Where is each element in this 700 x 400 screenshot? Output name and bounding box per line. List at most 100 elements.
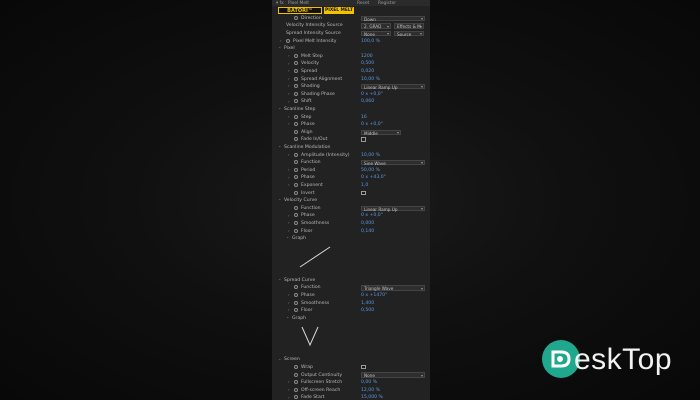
stopwatch-icon[interactable]: [294, 190, 298, 195]
parameter-dropdown[interactable]: Down: [361, 15, 425, 21]
source-layer-dropdown[interactable]: 2. GRAD: [361, 23, 391, 29]
stopwatch-icon[interactable]: [294, 387, 298, 392]
parameter-value[interactable]: 0 x +43,0°: [361, 175, 386, 180]
twirl-right-icon[interactable]: ›: [288, 76, 290, 81]
parameter-value[interactable]: 0 x +0,0°: [361, 92, 383, 97]
parameter-row[interactable]: Function Sine Wave: [272, 159, 430, 167]
twirl-right-icon[interactable]: ›: [288, 395, 290, 400]
parameter-checkbox[interactable]: [361, 137, 366, 142]
twirl-right-icon[interactable]: ›: [280, 38, 282, 43]
twirl-down-icon[interactable]: ⌄: [278, 196, 281, 201]
twirl-right-icon[interactable]: ›: [288, 91, 290, 96]
stopwatch-icon[interactable]: [294, 205, 298, 210]
stopwatch-icon[interactable]: [294, 76, 298, 81]
source-layer-dropdown[interactable]: None: [361, 30, 391, 37]
twirl-right-icon[interactable]: ›: [288, 228, 290, 233]
stopwatch-icon[interactable]: [294, 380, 298, 385]
stopwatch-icon[interactable]: [294, 182, 298, 187]
parameter-row[interactable]: Output Continuity None: [272, 372, 430, 380]
parameter-row[interactable]: › Melt Step 1200: [272, 53, 430, 61]
stopwatch-icon[interactable]: [294, 395, 298, 400]
stopwatch-icon[interactable]: [294, 91, 298, 96]
twirl-down-icon[interactable]: ⌄: [278, 44, 281, 49]
parameter-row[interactable]: › Floor 0,140: [272, 228, 430, 236]
twirl-right-icon[interactable]: ›: [288, 68, 290, 73]
parameter-value[interactable]: 0 x +1470°: [361, 293, 387, 298]
parameter-row[interactable]: › Smoothness 1,400: [272, 300, 430, 308]
twirl-down-icon[interactable]: ⌄: [278, 356, 281, 361]
parameter-value[interactable]: 0,500: [361, 308, 374, 313]
twirl-right-icon[interactable]: ›: [288, 175, 290, 180]
parameter-dropdown[interactable]: Sine Wave: [361, 159, 425, 166]
twirl-right-icon[interactable]: ›: [288, 387, 290, 392]
stopwatch-icon[interactable]: [294, 364, 298, 369]
parameter-row[interactable]: › Phase 0 x +0,0°: [272, 121, 430, 129]
stopwatch-icon[interactable]: [294, 285, 298, 290]
parameter-row[interactable]: › Shading Linear Ramp Up: [272, 83, 430, 91]
parameter-value[interactable]: 0,500: [361, 61, 374, 66]
stopwatch-icon[interactable]: [294, 84, 298, 89]
twirl-right-icon[interactable]: ›: [288, 182, 290, 187]
stopwatch-icon[interactable]: [294, 160, 298, 165]
parameter-value[interactable]: 10,00 %: [361, 77, 380, 82]
parameter-dropdown[interactable]: Linear Ramp Up: [361, 83, 425, 90]
parameter-row[interactable]: › Step 16: [272, 114, 430, 122]
parameter-value[interactable]: 12,00 %: [361, 388, 380, 393]
parameter-row[interactable]: › Fullscreen Stretch 0,00 %: [272, 379, 430, 387]
reset-link[interactable]: Reset: [357, 1, 369, 6]
stopwatch-icon[interactable]: [294, 372, 298, 377]
source-channel-dropdown[interactable]: Source: [394, 30, 424, 37]
parameter-row[interactable]: Direction Down: [272, 15, 430, 23]
parameter-value[interactable]: 100,0 %: [361, 39, 380, 44]
parameter-value[interactable]: 0,140: [361, 229, 374, 234]
twirl-down-icon[interactable]: ⌄: [278, 276, 281, 281]
twirl-right-icon[interactable]: ›: [288, 167, 290, 172]
parameter-row[interactable]: › Period 50,00 %: [272, 167, 430, 175]
stopwatch-icon[interactable]: [294, 167, 298, 172]
stopwatch-icon[interactable]: [294, 114, 298, 119]
source-channel-dropdown[interactable]: Effects & M: [394, 23, 424, 29]
parameter-value[interactable]: 1,0: [361, 183, 368, 188]
parameter-row[interactable]: Wrap: [272, 364, 430, 372]
twirl-down-icon[interactable]: ⌄: [286, 234, 289, 239]
stopwatch-icon[interactable]: [294, 220, 298, 225]
parameter-row[interactable]: › Floor 0,500: [272, 307, 430, 315]
stopwatch-icon[interactable]: [286, 38, 290, 43]
parameter-row[interactable]: › Phase 0 x +0,0°: [272, 213, 430, 221]
stopwatch-icon[interactable]: [294, 308, 298, 313]
parameter-checkbox[interactable]: [361, 364, 366, 370]
stopwatch-icon[interactable]: [294, 15, 298, 20]
twirl-right-icon[interactable]: ›: [288, 99, 290, 104]
parameter-row[interactable]: › Spread 0,020: [272, 68, 430, 76]
parameter-row[interactable]: › Smoothness 0,000: [272, 220, 430, 228]
parameter-row[interactable]: › Shading Phase 0 x +0,0°: [272, 91, 430, 99]
parameter-row[interactable]: Fade In/Out: [272, 137, 430, 145]
twirl-down-icon[interactable]: ⌄: [278, 105, 281, 110]
twirl-right-icon[interactable]: ›: [288, 53, 290, 58]
parameter-dropdown[interactable]: Triangle Wave: [361, 285, 425, 291]
parameter-value[interactable]: 0,020: [361, 69, 374, 74]
parameter-row[interactable]: › Spread Alignment 10,00 %: [272, 76, 430, 84]
parameter-row[interactable]: › Amplitude (Intensity) 10,00 %: [272, 152, 430, 160]
parameter-value[interactable]: 50,00 %: [361, 168, 380, 173]
twirl-right-icon[interactable]: ›: [288, 61, 290, 66]
twirl-right-icon[interactable]: ›: [288, 213, 290, 218]
parameter-value[interactable]: 0 x +0,0°: [361, 122, 383, 127]
twirl-right-icon[interactable]: ›: [288, 220, 290, 225]
parameter-value[interactable]: 16: [361, 115, 367, 120]
parameter-row[interactable]: › Off-screen Reach 12,00 %: [272, 387, 430, 395]
parameter-row[interactable]: Function Triangle Wave: [272, 285, 430, 293]
parameter-row[interactable]: Velocity Intensity Source 2. GRADEffects …: [272, 23, 430, 31]
parameter-row[interactable]: › Phase 0 x +43,0°: [272, 175, 430, 183]
twirl-right-icon[interactable]: ›: [288, 292, 290, 297]
twirl-right-icon[interactable]: ›: [288, 83, 290, 88]
stopwatch-icon[interactable]: [294, 68, 298, 73]
twirl-right-icon[interactable]: ›: [288, 307, 290, 312]
stopwatch-icon[interactable]: [294, 122, 298, 127]
parameter-row[interactable]: › Phase 0 x +1470°: [272, 292, 430, 300]
stopwatch-icon[interactable]: [294, 53, 298, 58]
parameter-dropdown[interactable]: None: [361, 372, 425, 378]
stopwatch-icon[interactable]: [294, 152, 298, 157]
parameter-value[interactable]: 0,00 %: [361, 380, 377, 385]
twirl-right-icon[interactable]: ›: [288, 114, 290, 119]
